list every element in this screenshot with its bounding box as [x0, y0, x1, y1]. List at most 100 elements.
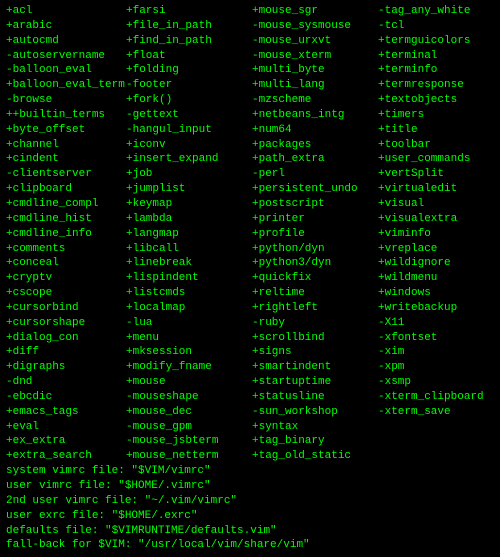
feature-col3: +persistent_undo [252, 182, 378, 197]
feature-col4: +termguicolors [378, 34, 494, 49]
feature-col4: +visual [378, 197, 494, 212]
feature-col1: -dnd [6, 375, 126, 390]
feature-col2: -hangul_input [126, 123, 252, 138]
feature-col4: -xterm_clipboard [378, 390, 494, 405]
feature-col3: +path_extra [252, 152, 378, 167]
footer-line: user vimrc file: "$HOME/.vimrc" [6, 479, 494, 494]
feature-col1: +emacs_tags [6, 405, 126, 420]
feature-col3: +quickfix [252, 271, 378, 286]
feature-col3: -mzscheme [252, 93, 378, 108]
feature-col1: +acl [6, 4, 126, 19]
feature-col1: +clipboard [6, 182, 126, 197]
feature-row: +cmdline_compl+keymap+postscript+visual [6, 197, 494, 212]
feature-col1: +byte_offset [6, 123, 126, 138]
feature-col1: ++builtin_terms [6, 108, 126, 123]
feature-col2: +keymap [126, 197, 252, 212]
feature-col3: +reltime [252, 286, 378, 301]
feature-col1: +extra_search [6, 449, 126, 464]
features-columns: +acl+farsi+mouse_sgr-tag_any_white+arabi… [6, 4, 494, 464]
feature-row: +cindent+insert_expand+path_extra+user_c… [6, 152, 494, 167]
feature-col4 [378, 434, 494, 449]
feature-col1: -ebcdic [6, 390, 126, 405]
terminal-window: +acl+farsi+mouse_sgr-tag_any_white+arabi… [6, 4, 494, 553]
feature-col3: -mouse_xterm [252, 49, 378, 64]
feature-col1: +cmdline_hist [6, 212, 126, 227]
feature-col4: -xfontset [378, 331, 494, 346]
feature-row: +cursorshape-lua-ruby-X11 [6, 316, 494, 331]
feature-col3: +profile [252, 227, 378, 242]
feature-col4: -xsmp [378, 375, 494, 390]
feature-col2: +langmap [126, 227, 252, 242]
feature-col3: +statusline [252, 390, 378, 405]
feature-col2: +mouse_dec [126, 405, 252, 420]
feature-col1: +cryptv [6, 271, 126, 286]
feature-row: -clientserver+job-perl+vertSplit [6, 167, 494, 182]
feature-col2: -footer [126, 78, 252, 93]
feature-col1: +cindent [6, 152, 126, 167]
feature-col2: +localmap [126, 301, 252, 316]
feature-col3: +multi_byte [252, 63, 378, 78]
feature-col3: +multi_lang [252, 78, 378, 93]
feature-col2: +linebreak [126, 256, 252, 271]
feature-col1: +dialog_con [6, 331, 126, 346]
feature-col3: -perl [252, 167, 378, 182]
feature-col4: +toolbar [378, 138, 494, 153]
feature-col2: +menu [126, 331, 252, 346]
feature-col2: -mouseshape [126, 390, 252, 405]
feature-col2: +float [126, 49, 252, 64]
feature-col3: -sun_workshop [252, 405, 378, 420]
feature-row: +eval-mouse_gpm+syntax [6, 420, 494, 435]
feature-col1: +arabic [6, 19, 126, 34]
feature-row: +cscope+listcmds+reltime+windows [6, 286, 494, 301]
feature-row: +dialog_con+menu+scrollbind-xfontset [6, 331, 494, 346]
feature-col1: -clientserver [6, 167, 126, 182]
feature-col3: +scrollbind [252, 331, 378, 346]
feature-row: +cmdline_info+langmap+profile+viminfo [6, 227, 494, 242]
feature-col4: +windows [378, 286, 494, 301]
feature-col3: -mouse_urxvt [252, 34, 378, 49]
feature-col4: -X11 [378, 316, 494, 331]
feature-row: +cryptv+lispindent+quickfix+wildmenu [6, 271, 494, 286]
feature-col1: +cursorbind [6, 301, 126, 316]
feature-col3: +netbeans_intg [252, 108, 378, 123]
feature-col3: +python3/dyn [252, 256, 378, 271]
feature-col3: +packages [252, 138, 378, 153]
feature-col4: +wildmenu [378, 271, 494, 286]
feature-col1: +cscope [6, 286, 126, 301]
feature-col4: +virtualedit [378, 182, 494, 197]
feature-col4: +wildignore [378, 256, 494, 271]
feature-col4: -tcl [378, 19, 494, 34]
feature-col3: +smartindent [252, 360, 378, 375]
feature-row: -browse+fork()-mzscheme+textobjects [6, 93, 494, 108]
feature-row: -balloon_eval+folding+multi_byte+terminf… [6, 63, 494, 78]
feature-col4: +viminfo [378, 227, 494, 242]
footer-section: system vimrc file: "$VIM/vimrc" user vim… [6, 464, 494, 553]
feature-col3: +printer [252, 212, 378, 227]
feature-row: -autoservername+float-mouse_xterm+termin… [6, 49, 494, 64]
feature-col2: -mouse_gpm [126, 420, 252, 435]
feature-col1: -autoservername [6, 49, 126, 64]
feature-col2: +folding [126, 63, 252, 78]
feature-row: +balloon_eval_term-footer+multi_lang+ter… [6, 78, 494, 93]
feature-col3: -mouse_sysmouse [252, 19, 378, 34]
feature-col2: +lispindent [126, 271, 252, 286]
feature-col3: +tag_binary [252, 434, 378, 449]
feature-col1: +digraphs [6, 360, 126, 375]
feature-col4: +visualextra [378, 212, 494, 227]
footer-line: 2nd user vimrc file: "~/.vim/vimrc" [6, 494, 494, 509]
footer-line: user exrc file: "$HOME/.exrc" [6, 509, 494, 524]
feature-col2: +listcmds [126, 286, 252, 301]
feature-col1: +ex_extra [6, 434, 126, 449]
feature-row: +digraphs+modify_fname+smartindent-xpm [6, 360, 494, 375]
feature-row: -ebcdic-mouseshape+statusline-xterm_clip… [6, 390, 494, 405]
feature-col2: -mouse_jsbterm [126, 434, 252, 449]
feature-row: +diff+mksession+signs-xim [6, 345, 494, 360]
feature-col3: +signs [252, 345, 378, 360]
feature-col2: +lambda [126, 212, 252, 227]
feature-col2: +mksession [126, 345, 252, 360]
feature-col3: +mouse_sgr [252, 4, 378, 19]
feature-col4: -xim [378, 345, 494, 360]
feature-col4: +terminfo [378, 63, 494, 78]
feature-col2: +find_in_path [126, 34, 252, 49]
feature-col3: +num64 [252, 123, 378, 138]
